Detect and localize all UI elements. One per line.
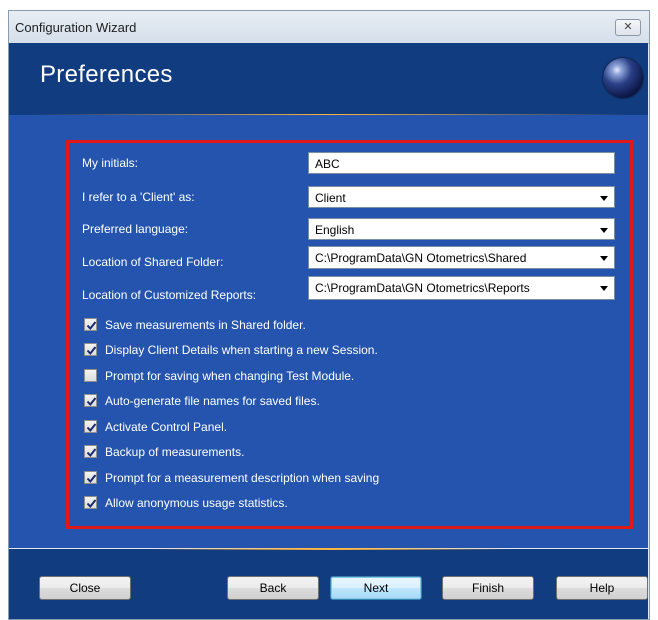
initials-value: ABC: [315, 157, 340, 171]
checkbox-label: Allow anonymous usage statistics.: [105, 496, 288, 510]
language-dropdown[interactable]: English: [308, 218, 615, 240]
checkbox-label: Save measurements in Shared folder.: [105, 318, 306, 332]
checkbox-box[interactable]: [84, 343, 97, 356]
page-title: Preferences: [40, 61, 173, 88]
checkbox-box[interactable]: [84, 369, 97, 382]
reports-folder-value: C:\ProgramData\GN Otometrics\Reports: [315, 281, 530, 295]
shared-folder-dropdown[interactable]: C:\ProgramData\GN Otometrics\Shared: [308, 246, 615, 269]
language-value: English: [315, 223, 355, 237]
reports-folder-dropdown[interactable]: C:\ProgramData\GN Otometrics\Reports: [308, 276, 615, 300]
checkbox-box[interactable]: [84, 318, 97, 331]
checkbox-box[interactable]: [84, 471, 97, 484]
checkbox-box[interactable]: [84, 394, 97, 407]
next-button[interactable]: Next: [330, 576, 422, 600]
window-title: Configuration Wizard: [15, 20, 137, 35]
help-button[interactable]: Help: [556, 576, 648, 600]
globe-icon: [603, 58, 643, 98]
client-term-label: I refer to a 'Client' as:: [82, 190, 195, 204]
reports-folder-label: Location of Customized Reports:: [82, 288, 257, 302]
checkbox-label: Prompt for a measurement description whe…: [105, 471, 380, 485]
footer-divider: [150, 548, 510, 550]
language-label: Preferred language:: [82, 222, 189, 236]
checkbox-label: Prompt for saving when changing Test Mod…: [105, 369, 355, 383]
client-term-value: Client: [315, 191, 346, 205]
shared-folder-label: Location of Shared Folder:: [82, 255, 224, 269]
initials-label: My initials:: [82, 156, 139, 170]
dropdown-arrow-icon: [600, 256, 608, 261]
client-term-dropdown[interactable]: Client: [308, 186, 615, 208]
checkbox-box[interactable]: [84, 420, 97, 433]
title-bar: Configuration Wizard ✕: [9, 11, 649, 44]
checkbox-label: Display Client Details when starting a n…: [105, 343, 378, 357]
checkbox-label: Backup of measurements.: [105, 445, 245, 459]
close-button[interactable]: Close: [39, 576, 131, 600]
checkbox-box[interactable]: [84, 445, 97, 458]
checkbox-box[interactable]: [84, 496, 97, 509]
dropdown-arrow-icon: [600, 228, 608, 233]
initials-input[interactable]: ABC: [308, 152, 615, 174]
checkbox-label: Activate Control Panel.: [105, 420, 228, 434]
finish-button[interactable]: Finish: [442, 576, 534, 600]
page-header: Preferences: [9, 43, 648, 115]
window-close-icon[interactable]: ✕: [615, 19, 641, 36]
dropdown-arrow-icon: [600, 196, 608, 201]
shared-folder-value: C:\ProgramData\GN Otometrics\Shared: [315, 251, 527, 265]
checkbox-label: Auto-generate file names for saved files…: [105, 394, 320, 408]
dropdown-arrow-icon: [600, 286, 608, 291]
back-button[interactable]: Back: [227, 576, 319, 600]
